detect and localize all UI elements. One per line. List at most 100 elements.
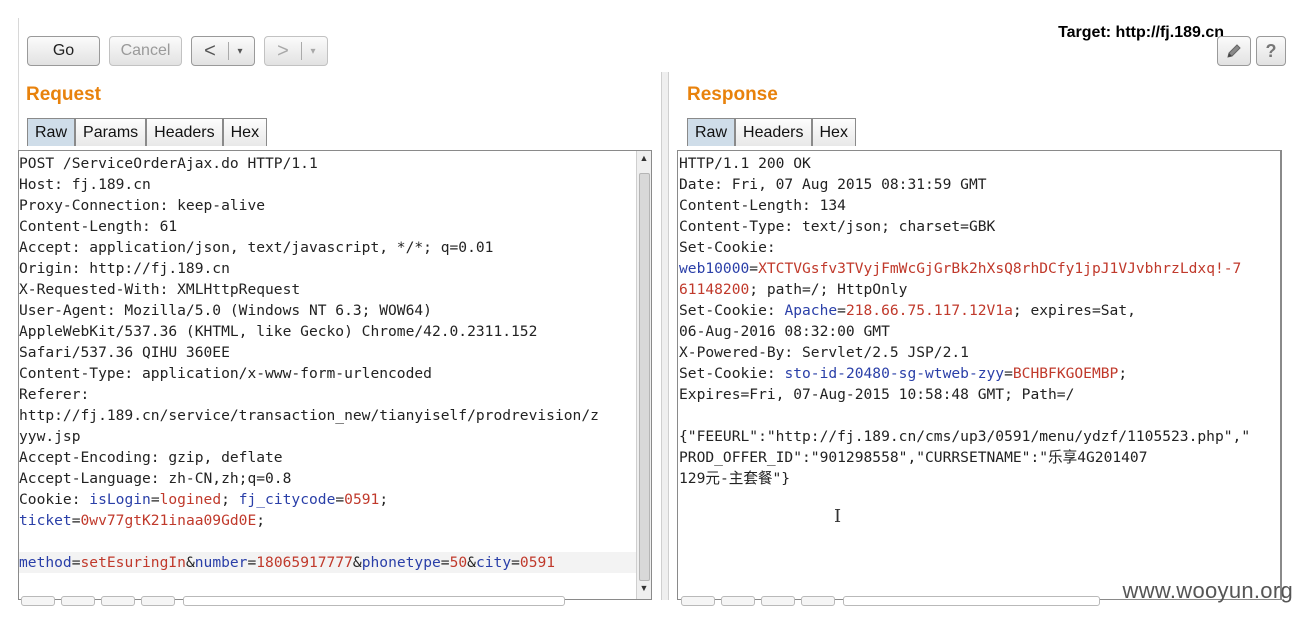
tab-headers[interactable]: Headers bbox=[146, 118, 223, 146]
search-options-button[interactable] bbox=[141, 596, 175, 606]
code-text: & bbox=[352, 554, 362, 571]
edit-target-button[interactable] bbox=[1217, 36, 1251, 66]
tab-raw[interactable]: Raw bbox=[687, 118, 736, 146]
code-text: Set-Cookie: bbox=[679, 302, 785, 319]
go-button[interactable]: Go bbox=[27, 36, 100, 66]
code-line: X-Requested-With: XMLHttpRequest bbox=[19, 279, 639, 300]
code-line: X-Powered-By: Servlet/2.5 JSP/2.1 bbox=[679, 342, 1250, 363]
code-line: Set-Cookie: Apache=218.66.75.117.12V1a; … bbox=[679, 300, 1250, 321]
param-name: city bbox=[475, 554, 512, 571]
code-line: AppleWebKit/537.36 (KHTML, like Gecko) C… bbox=[19, 321, 639, 342]
chevron-down-icon[interactable]: ▾ bbox=[302, 46, 324, 57]
response-search-input[interactable] bbox=[843, 596, 1100, 606]
search-add-button[interactable] bbox=[721, 596, 755, 606]
tab-params[interactable]: Params bbox=[75, 118, 147, 146]
request-text: POST /ServiceOrderAjax.do HTTP/1.1 Host: … bbox=[19, 153, 639, 573]
param-value: 218.66.75.117.12V1a bbox=[845, 302, 1013, 319]
code-text: AppleWebKit/537.36 (KHTML, like Gecko) C… bbox=[19, 323, 538, 340]
response-title: Response bbox=[687, 84, 778, 105]
param-name: Apache bbox=[784, 302, 838, 319]
param-value: 0591 bbox=[519, 554, 556, 571]
code-text: ; bbox=[1118, 365, 1128, 382]
code-line: PROD_OFFER_ID":"901298558","CURRSETNAME"… bbox=[679, 447, 1250, 468]
code-text: HTTP/1.1 200 OK bbox=[679, 155, 811, 172]
response-editor[interactable]: HTTP/1.1 200 OK Date: Fri, 07 Aug 2015 08… bbox=[677, 150, 1282, 600]
code-line: Host: fj.189.cn bbox=[19, 174, 639, 195]
code-text: Date: Fri, 07 Aug 2015 08:31:59 GMT bbox=[679, 176, 987, 193]
forward-button[interactable]: > ▾ bbox=[264, 36, 328, 66]
code-line: method=setEsuringIn&number=18065917777&p… bbox=[19, 552, 639, 573]
code-text: Accept: application/json, text/javascrip… bbox=[19, 239, 494, 256]
watermark: www.wooyun.org bbox=[1122, 578, 1293, 603]
chevron-down-icon[interactable]: ▾ bbox=[229, 46, 251, 57]
split-pane-divider[interactable] bbox=[661, 72, 669, 600]
tab-headers[interactable]: Headers bbox=[735, 118, 812, 146]
target-label: Target: http://fj.189.cn bbox=[1058, 24, 1224, 41]
pencil-icon bbox=[1227, 44, 1241, 58]
code-line: Content-Type: text/json; charset=GBK bbox=[679, 216, 1250, 237]
tab-hex[interactable]: Hex bbox=[811, 118, 856, 146]
code-text: X-Requested-With: XMLHttpRequest bbox=[19, 281, 301, 298]
response-tabs: Raw Headers Hex bbox=[687, 118, 856, 146]
scroll-thumb[interactable] bbox=[639, 173, 650, 581]
back-button[interactable]: < ▾ bbox=[191, 36, 255, 66]
code-text: = bbox=[71, 512, 81, 529]
scroll-down-icon[interactable]: ▼ bbox=[637, 583, 651, 597]
search-add-button[interactable] bbox=[61, 596, 95, 606]
param-name: method bbox=[19, 554, 72, 571]
param-name: sto-id-20480-sg-wtweb-zyy bbox=[784, 365, 1005, 382]
search-prev-button[interactable] bbox=[681, 596, 715, 606]
code-line: Content-Length: 134 bbox=[679, 195, 1250, 216]
cancel-button[interactable]: Cancel bbox=[109, 36, 182, 66]
request-scrollbar[interactable]: ▲ ▼ bbox=[636, 151, 651, 599]
code-line: 61148200; path=/; HttpOnly bbox=[679, 279, 1250, 300]
help-button[interactable]: ? bbox=[1256, 36, 1286, 66]
param-name: number bbox=[194, 554, 248, 571]
search-prev-button[interactable] bbox=[21, 596, 55, 606]
code-text: = bbox=[837, 302, 846, 319]
param-value: 18065917777 bbox=[256, 554, 353, 571]
text-cursor-icon: I bbox=[834, 506, 842, 527]
search-options-button[interactable] bbox=[801, 596, 835, 606]
tab-hex[interactable]: Hex bbox=[222, 118, 268, 146]
code-text: Proxy-Connection: keep-alive bbox=[19, 197, 266, 214]
search-next-button[interactable] bbox=[101, 596, 135, 606]
code-text: Content-Type: application/x-www-form-url… bbox=[19, 365, 432, 382]
code-text: http://fj.189.cn/service/transaction_new… bbox=[19, 407, 599, 424]
code-line: Content-Type: application/x-www-form-url… bbox=[19, 363, 639, 384]
code-line: ticket=0wv77gtK21inaa09Gd0E; bbox=[19, 510, 639, 531]
request-search-input[interactable] bbox=[183, 596, 565, 606]
code-text: = bbox=[335, 491, 345, 508]
code-line: Cookie: isLogin=logined; fj_citycode=059… bbox=[19, 489, 639, 510]
param-value: 0wv77gtK21inaa09Gd0E bbox=[80, 512, 257, 529]
request-editor[interactable]: POST /ServiceOrderAjax.do HTTP/1.1 Host: … bbox=[18, 150, 652, 600]
code-text: Content-Type: text/json; charset=GBK bbox=[679, 218, 996, 235]
request-title: Request bbox=[26, 84, 101, 105]
tab-raw[interactable]: Raw bbox=[27, 118, 76, 146]
code-line: Date: Fri, 07 Aug 2015 08:31:59 GMT bbox=[679, 174, 1250, 195]
param-name: web10000 bbox=[679, 260, 750, 277]
param-name: ticket bbox=[19, 512, 72, 529]
code-line: POST /ServiceOrderAjax.do HTTP/1.1 bbox=[19, 153, 639, 174]
code-line: Accept-Language: zh-CN,zh;q=0.8 bbox=[19, 468, 639, 489]
code-text: POST /ServiceOrderAjax.do HTTP/1.1 bbox=[19, 155, 318, 172]
param-value: 0591 bbox=[344, 491, 380, 508]
param-name: fj_citycode bbox=[238, 491, 336, 508]
code-line: Set-Cookie: sto-id-20480-sg-wtweb-zyy=BC… bbox=[679, 363, 1250, 384]
scroll-up-icon[interactable]: ▲ bbox=[637, 153, 651, 167]
code-line: Set-Cookie: bbox=[679, 237, 1250, 258]
search-next-button[interactable] bbox=[761, 596, 795, 606]
code-line: Referer: bbox=[19, 384, 639, 405]
code-line: Accept: application/json, text/javascrip… bbox=[19, 237, 639, 258]
code-line: 06-Aug-2016 08:32:00 GMT bbox=[679, 321, 1250, 342]
param-value: 61148200 bbox=[679, 281, 750, 298]
param-value: BCHBFKGOEMBP bbox=[1012, 365, 1119, 382]
code-text: 06-Aug-2016 08:32:00 GMT bbox=[679, 323, 890, 340]
code-line: http://fj.189.cn/service/transaction_new… bbox=[19, 405, 639, 426]
code-text: 129元-主套餐"} bbox=[679, 470, 791, 487]
code-line: HTTP/1.1 200 OK bbox=[679, 153, 1250, 174]
param-value: XTCTVGsfv3TVyjFmWcGjGrBk2hXsQ8rhDCfy1jpJ… bbox=[758, 260, 1242, 277]
code-text: ; path=/; HttpOnly bbox=[749, 281, 908, 298]
